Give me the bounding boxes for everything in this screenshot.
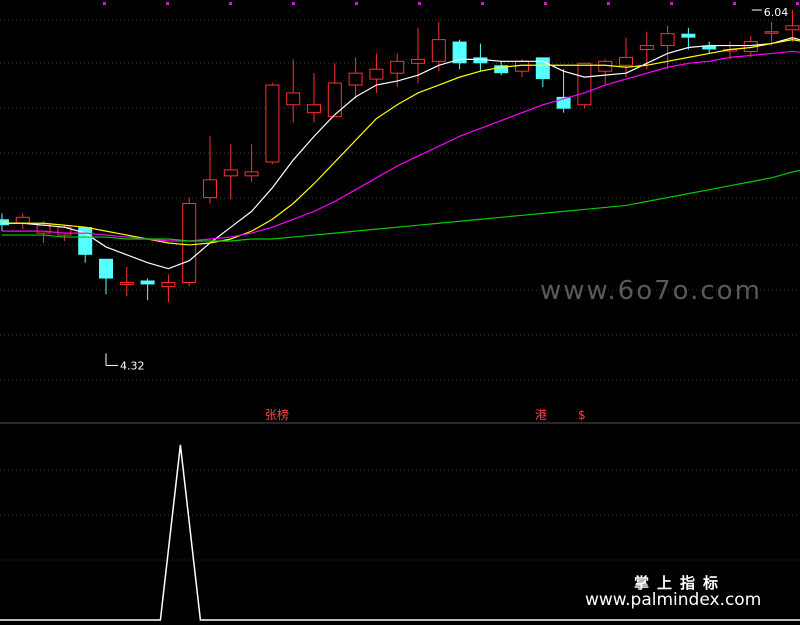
top-dot-4 (355, 2, 358, 5)
top-dot-9 (670, 2, 673, 5)
marker-2: $ (578, 408, 586, 422)
candle-body-19 (390, 60, 405, 74)
candle-body-20 (411, 58, 425, 64)
candle-body-13 (265, 84, 280, 163)
candle-body-11 (223, 169, 238, 177)
candle-body-9 (182, 202, 197, 283)
top-dot-2 (229, 2, 232, 5)
candle-body-15 (307, 104, 321, 114)
low-label: 4.32 (120, 359, 145, 372)
candle-body-5 (99, 258, 113, 279)
chart-stage: 4.32 6.04 张榜港 $ www.6o7o.com 掌上指标 www.palmi… (0, 0, 800, 625)
candlestick-chart: 4.32 6.04 张榜 港 $ (0, 2, 800, 621)
high-label: 6.04 (764, 6, 789, 19)
ma-line-3 (2, 169, 800, 242)
candle-body-7 (140, 280, 155, 285)
candle-body-31 (639, 45, 654, 50)
watermark-6o7o: www.6o7o.com (540, 276, 762, 306)
candle-body-37 (764, 31, 779, 34)
watermark-url: www.palmindex.com (585, 590, 762, 610)
candle-body-12 (244, 171, 259, 177)
marker-0: 张榜 (265, 407, 289, 422)
candle-body-33 (681, 33, 696, 38)
candle-body-21 (431, 39, 446, 62)
candle-body-38 (785, 25, 800, 31)
candle-body-22 (452, 41, 467, 64)
candle-body-26 (535, 57, 550, 80)
candle-body-32 (660, 33, 675, 47)
candle-body-10 (203, 179, 217, 199)
candle-body-6 (119, 281, 134, 285)
candle-body-28 (577, 62, 592, 106)
candle-body-0 (0, 219, 9, 226)
top-dot-6 (481, 2, 484, 5)
marker-1: 港 (535, 408, 547, 422)
top-dot-8 (607, 2, 610, 5)
top-dot-5 (418, 2, 421, 5)
candle-body-14 (286, 92, 301, 106)
candle-body-18 (369, 68, 384, 80)
top-dot-0 (103, 2, 106, 5)
candle-body-1 (15, 216, 30, 224)
top-dot-1 (166, 2, 169, 5)
candle-body-17 (348, 72, 363, 86)
candle-body-8 (161, 281, 176, 287)
top-dot-11 (796, 2, 799, 5)
top-dot-10 (733, 2, 736, 5)
candle-body-30 (619, 56, 633, 66)
top-dot-7 (544, 2, 547, 5)
top-dot-3 (292, 2, 295, 5)
candle-body-16 (327, 82, 342, 118)
